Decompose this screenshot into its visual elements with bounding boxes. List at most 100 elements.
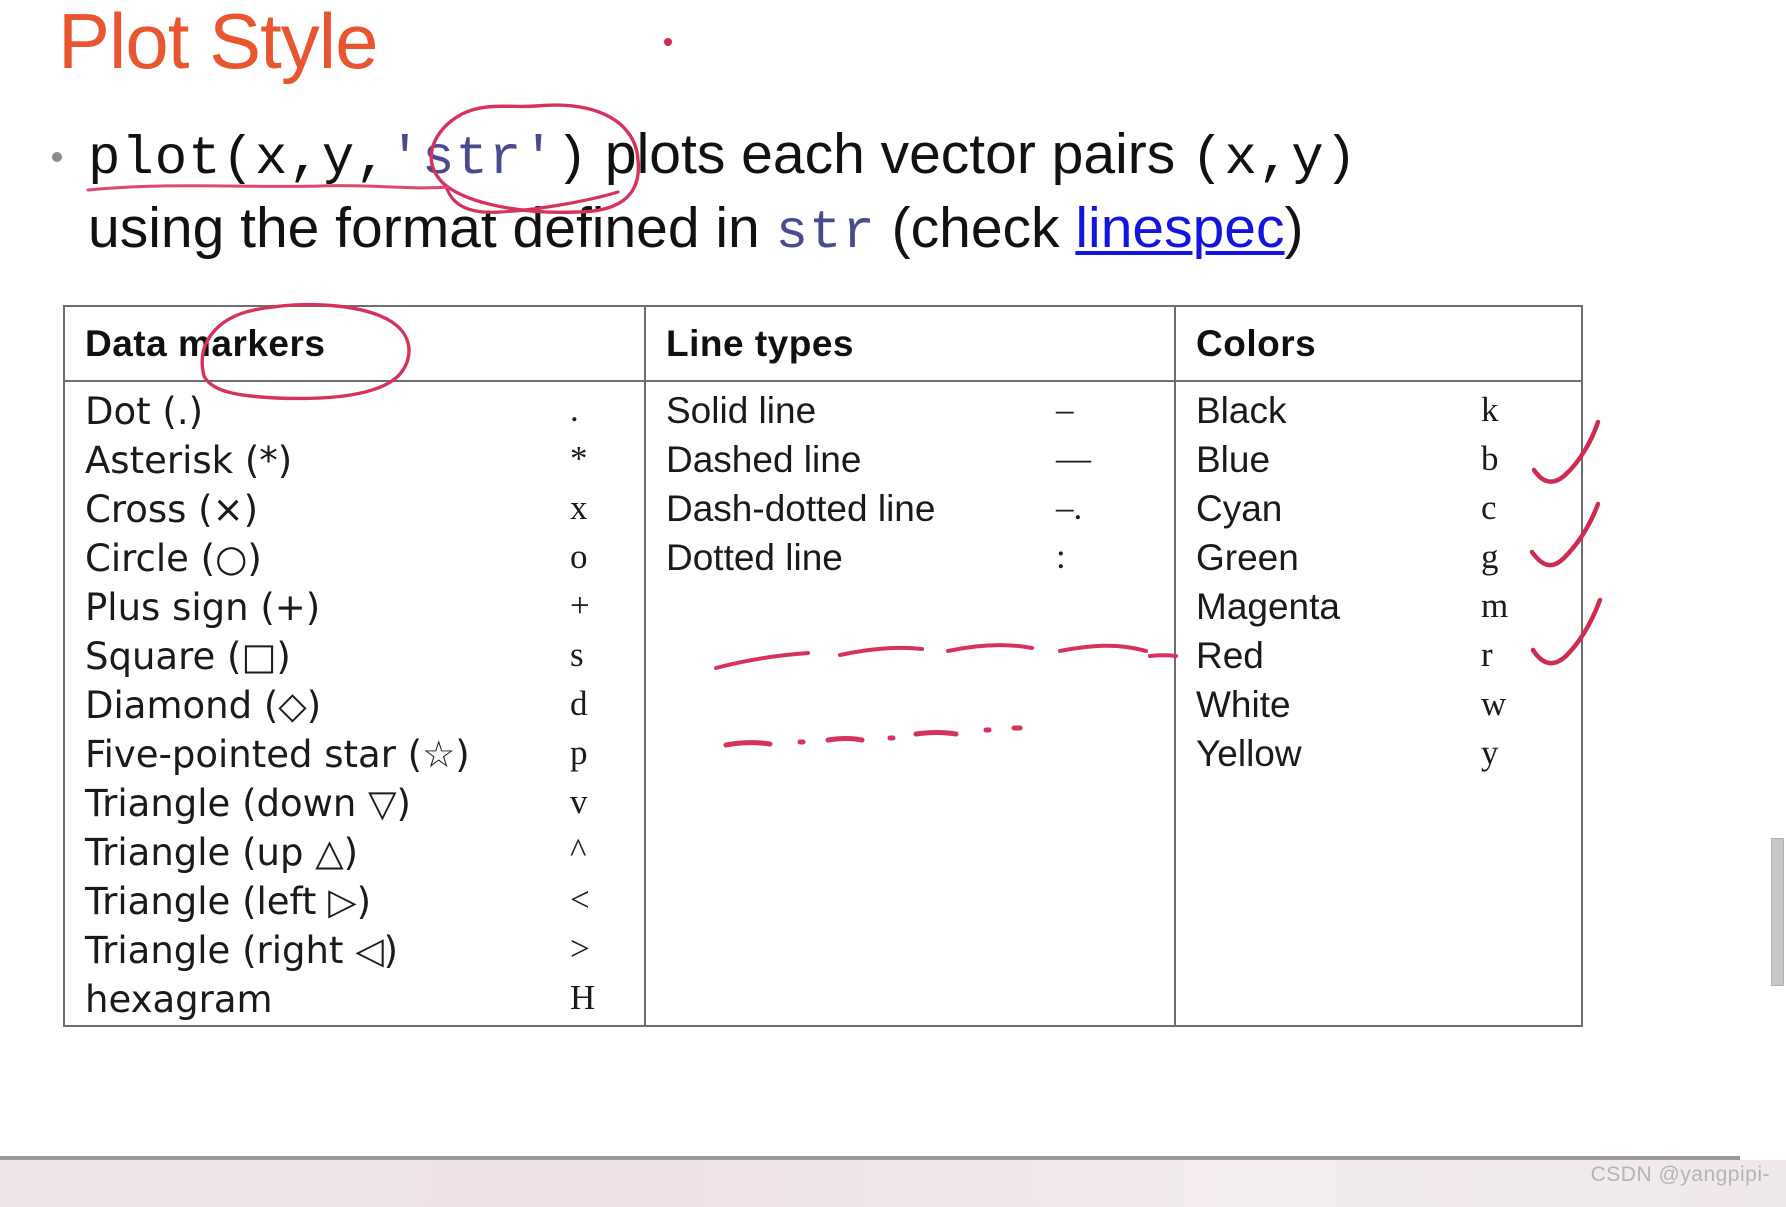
right-edge-gutter bbox=[1770, 0, 1786, 1160]
str-argument: 'str' bbox=[388, 129, 556, 190]
linetype-code: – bbox=[1056, 390, 1074, 429]
column-body-line-types: Solid line – Dashed line –– Dash-dotted li… bbox=[646, 382, 1174, 586]
bullet-line-2-suffix: ) bbox=[1284, 196, 1304, 260]
table-row: Black k bbox=[1176, 390, 1581, 439]
table-row: Five-pointed star (☆) p bbox=[65, 733, 644, 782]
color-label: Magenta bbox=[1196, 586, 1340, 627]
table-row: Circle (○) o bbox=[65, 537, 644, 586]
color-label: Cyan bbox=[1196, 488, 1283, 529]
str-inline-code: str bbox=[775, 203, 876, 264]
table-row: Red r bbox=[1176, 635, 1581, 684]
bullet-line-2: using the format defined in str (check l… bbox=[88, 200, 1304, 261]
column-header-data-markers: Data markers bbox=[65, 307, 644, 382]
marker-code: > bbox=[570, 929, 590, 968]
linespec-reference-table: Data markers Dot (.). Asterisk (*) * Cros… bbox=[63, 305, 1583, 1027]
linetype-label: Solid line bbox=[666, 390, 817, 431]
marker-label: Five-pointed star (☆) bbox=[85, 733, 470, 776]
marker-label: Circle (○) bbox=[85, 537, 262, 580]
table-row: Yellow y bbox=[1176, 733, 1581, 782]
table-row: Green g bbox=[1176, 537, 1581, 586]
table-row: Triangle (left ▷) < bbox=[65, 880, 644, 929]
color-code: k bbox=[1481, 390, 1499, 429]
column-header-colors: Colors bbox=[1176, 307, 1581, 382]
color-code: w bbox=[1481, 684, 1507, 723]
table-row: Asterisk (*) * bbox=[65, 439, 644, 488]
color-code: m bbox=[1481, 586, 1509, 625]
linetype-label: Dotted line bbox=[666, 537, 843, 578]
table-row: Blue b bbox=[1176, 439, 1581, 488]
bullet-line-2-mid: (check bbox=[875, 196, 1076, 260]
color-code: y bbox=[1481, 733, 1499, 772]
marker-label: Dot (.) bbox=[85, 390, 204, 433]
column-body-data-markers: Dot (.). Asterisk (*) * Cross (×) x Circle… bbox=[65, 382, 644, 1027]
color-code: b bbox=[1481, 439, 1499, 478]
marker-label: Asterisk (*) bbox=[85, 439, 293, 482]
column-line-types: Line types Solid line – Dashed line –– Das… bbox=[646, 307, 1176, 1025]
marker-code: v bbox=[570, 782, 588, 821]
plot-call-prefix: plot(x,y, bbox=[88, 129, 389, 190]
marker-label: Plus sign (+) bbox=[85, 586, 321, 629]
marker-label: Triangle (left ▷) bbox=[85, 880, 372, 923]
linespec-link[interactable]: linespec bbox=[1075, 196, 1284, 260]
color-label: Red bbox=[1196, 635, 1264, 676]
vector-pair-code: (x,y) bbox=[1191, 129, 1359, 190]
bottom-strip bbox=[0, 1160, 1786, 1207]
color-label: Yellow bbox=[1196, 733, 1302, 774]
scrollbar-thumb[interactable] bbox=[1771, 838, 1784, 986]
color-label: White bbox=[1196, 684, 1291, 725]
marker-code: s bbox=[570, 635, 584, 674]
linetype-code: : bbox=[1056, 537, 1066, 576]
marker-label: Cross (×) bbox=[85, 488, 259, 531]
table-row: Solid line – bbox=[646, 390, 1174, 439]
marker-label: hexagram bbox=[85, 978, 273, 1021]
bullet-line-1: plot(x,y,'str') plots each vector pairs … bbox=[88, 126, 1358, 187]
marker-code: x bbox=[570, 488, 588, 527]
table-row: Cyan c bbox=[1176, 488, 1581, 537]
color-code: c bbox=[1481, 488, 1497, 527]
table-row: hexagram H bbox=[65, 978, 644, 1027]
table-row: Dot (.). bbox=[65, 390, 644, 439]
marker-code: o bbox=[570, 537, 588, 576]
marker-label: Triangle (down ▽) bbox=[85, 782, 411, 825]
marker-code: p bbox=[570, 733, 588, 772]
marker-code: . bbox=[570, 390, 579, 429]
marker-label: Triangle (right ◁) bbox=[85, 929, 399, 972]
marker-code: * bbox=[570, 439, 588, 478]
table-row: Cross (×) x bbox=[65, 488, 644, 537]
table-row: Dashed line –– bbox=[646, 439, 1174, 488]
bullet-line-2-prefix: using the format defined in bbox=[88, 196, 776, 260]
column-colors: Colors Black k Blue b Cyan c Green g Magenta… bbox=[1176, 307, 1581, 1025]
marker-code: H bbox=[570, 978, 596, 1017]
slide-canvas: Plot Style plot(x,y,'str') plots each ve… bbox=[0, 0, 1786, 1207]
table-row: Dotted line: bbox=[646, 537, 1174, 586]
linetype-label: Dashed line bbox=[666, 439, 862, 480]
linetype-code: –. bbox=[1056, 488, 1083, 527]
table-row: Triangle (right ◁) > bbox=[65, 929, 644, 978]
linetype-code: –– bbox=[1056, 439, 1091, 478]
column-body-colors: Black k Blue b Cyan c Green g Magenta m Red r … bbox=[1176, 382, 1581, 782]
marker-label: Diamond (◇) bbox=[85, 684, 322, 727]
table-row: Square (□) s bbox=[65, 635, 644, 684]
marker-label: Triangle (up △) bbox=[85, 831, 359, 874]
table-row: Plus sign (+) + bbox=[65, 586, 644, 635]
stray-dot-annotation bbox=[664, 38, 672, 46]
color-code: g bbox=[1481, 537, 1499, 576]
table-row: Magenta m bbox=[1176, 586, 1581, 635]
marker-code: + bbox=[570, 586, 590, 625]
watermark-text: CSDN @yangpipi- bbox=[1590, 1163, 1770, 1186]
column-data-markers: Data markers Dot (.). Asterisk (*) * Cros… bbox=[65, 307, 646, 1025]
table-row: Dash-dotted line –. bbox=[646, 488, 1174, 537]
page-title: Plot Style bbox=[58, 0, 378, 85]
linetype-label: Dash-dotted line bbox=[666, 488, 936, 529]
marker-code: ^ bbox=[570, 831, 587, 870]
marker-code: d bbox=[570, 684, 588, 723]
bullet-dot-icon bbox=[52, 152, 62, 162]
table-row: Triangle (up △) ^ bbox=[65, 831, 644, 880]
column-header-line-types: Line types bbox=[646, 307, 1174, 382]
marker-code: < bbox=[570, 880, 590, 919]
table-row: White w bbox=[1176, 684, 1581, 733]
color-label: Green bbox=[1196, 537, 1299, 578]
color-label: Blue bbox=[1196, 439, 1271, 480]
table-row: Triangle (down ▽) v bbox=[65, 782, 644, 831]
color-label: Black bbox=[1196, 390, 1287, 431]
